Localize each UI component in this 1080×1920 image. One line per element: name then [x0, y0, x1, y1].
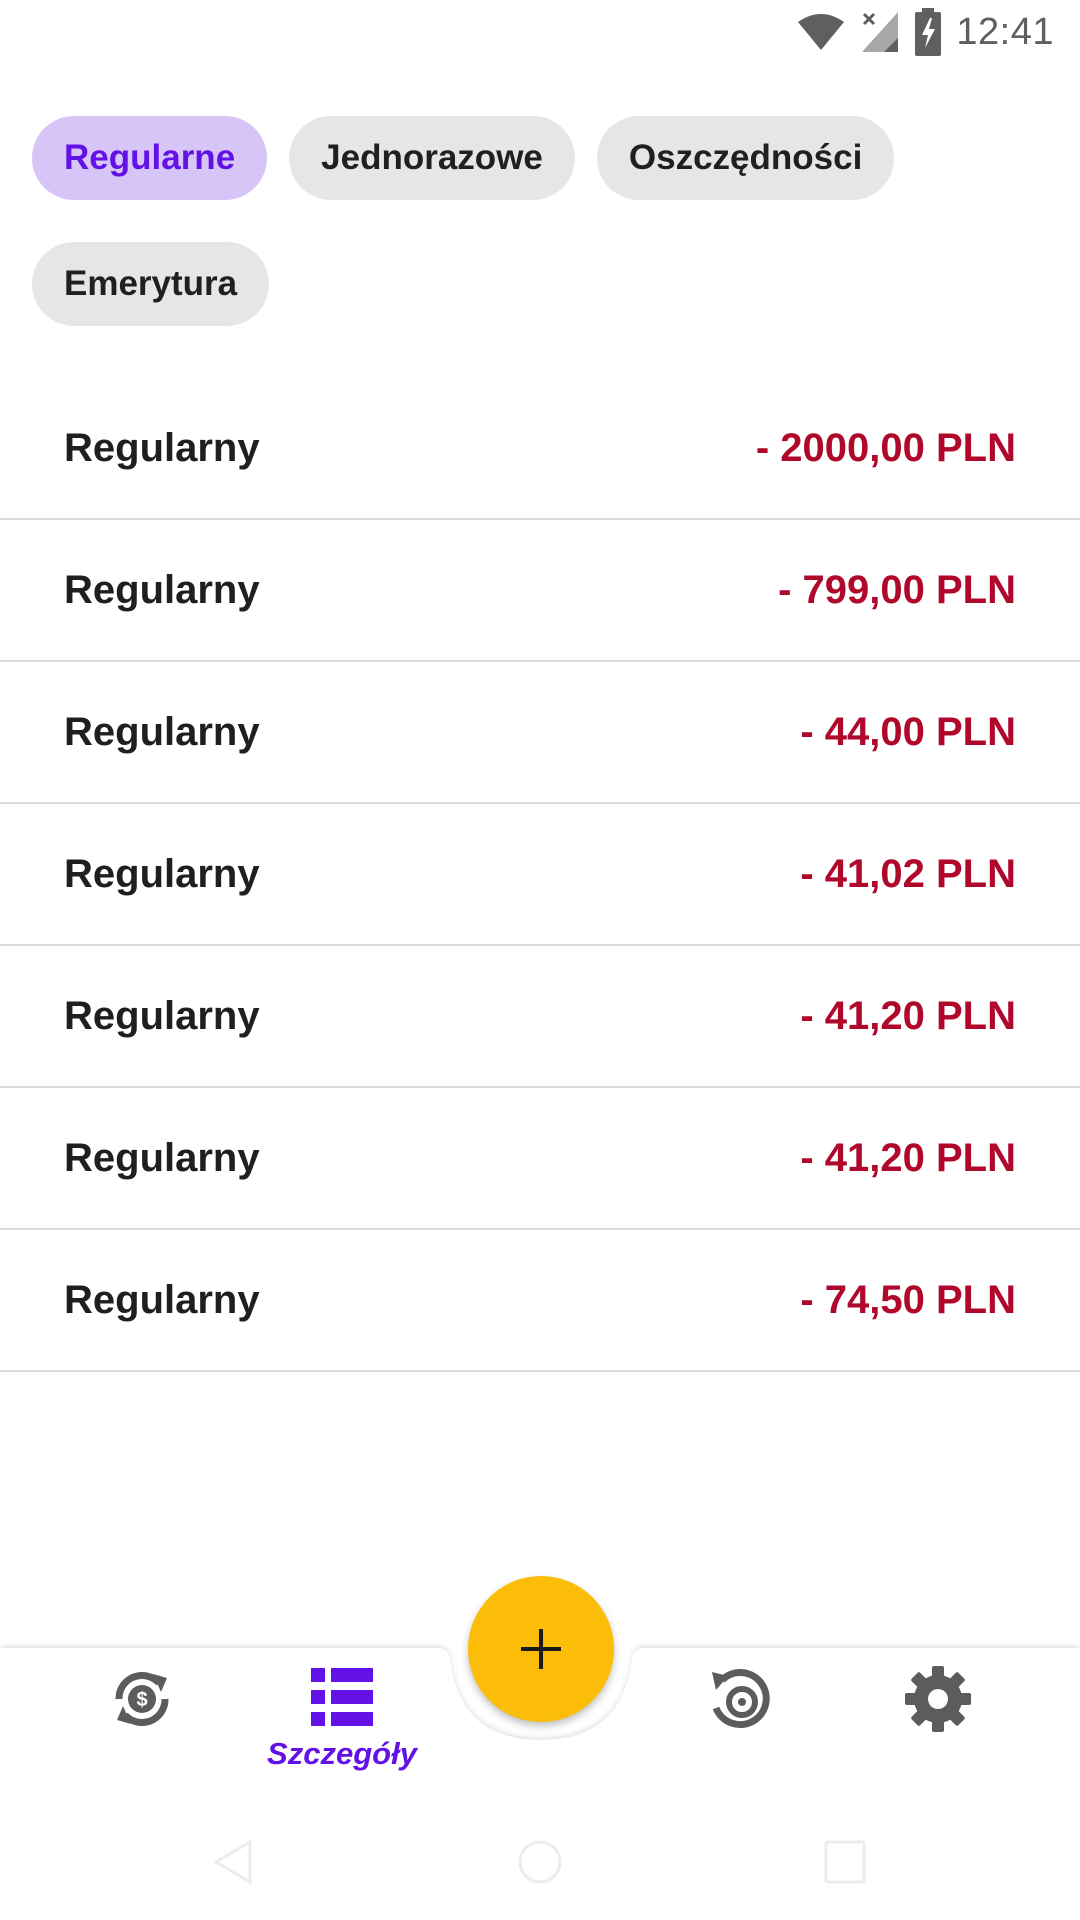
item-amount: - 44,00 PLN — [800, 709, 1016, 754]
list-item[interactable]: Regularny - 41,02 PLN — [0, 804, 1080, 946]
item-amount: - 41,20 PLN — [800, 993, 1016, 1038]
list-item[interactable]: Regularny - 41,20 PLN — [0, 946, 1080, 1088]
signal-no-service-icon — [862, 12, 899, 52]
battery-charging-icon — [915, 8, 942, 56]
list-item[interactable]: Regularny - 41,20 PLN — [0, 1088, 1080, 1230]
status-icons: 12:41 — [796, 8, 1054, 56]
item-amount: - 2000,00 PLN — [755, 425, 1016, 470]
item-label: Regularny — [64, 567, 260, 612]
item-amount: - 74,50 PLN — [800, 1277, 1016, 1322]
list-item[interactable]: Regularny - 44,00 PLN — [0, 662, 1080, 804]
filter-chips: Regularne Jednorazowe Oszczędności Emery… — [32, 116, 1052, 326]
history-icon — [712, 1669, 770, 1728]
list-icon — [311, 1668, 373, 1726]
item-amount: - 799,00 PLN — [778, 567, 1016, 612]
app-screen: 12:41 Regularne Jednorazowe Oszczędności… — [0, 0, 1080, 1920]
chip-emerytura[interactable]: Emerytura — [32, 242, 270, 326]
nav-item-settings[interactable] — [848, 1664, 1028, 1734]
item-label: Regularny — [64, 1135, 260, 1180]
system-nav-icons — [213, 1839, 866, 1885]
transaction-list: Regularny - 2000,00 PLN Regularny - 799,… — [0, 378, 1080, 1372]
item-label: Regularny — [64, 709, 260, 754]
list-item[interactable]: Regularny - 799,00 PLN — [0, 520, 1080, 662]
list-item[interactable]: Regularny - 2000,00 PLN — [0, 378, 1080, 520]
nav-label-details: Szczegóły — [267, 1736, 417, 1771]
item-amount: - 41,20 PLN — [800, 1135, 1016, 1180]
nav-item-details[interactable]: Szczegóły — [252, 1664, 432, 1772]
nav-item-history[interactable] — [650, 1664, 830, 1736]
plus-icon — [521, 1629, 561, 1669]
status-time: 12:41 — [956, 10, 1054, 53]
item-label: Regularny — [64, 425, 260, 470]
item-label: Regularny — [64, 851, 260, 896]
status-bar: 12:41 — [0, 0, 1080, 64]
chip-jednorazowe[interactable]: Jednorazowe — [289, 116, 575, 200]
item-amount: - 41,02 PLN — [800, 851, 1016, 896]
currency-exchange-icon: $ — [115, 1672, 169, 1726]
wifi-icon — [798, 14, 845, 50]
back-icon — [213, 1839, 252, 1885]
system-navigation — [0, 1838, 1080, 1898]
chip-oszczednosci[interactable]: Oszczędności — [596, 116, 895, 200]
item-label: Regularny — [64, 993, 260, 1038]
chip-regularne[interactable]: Regularne — [32, 116, 268, 200]
svg-text:$: $ — [136, 1689, 147, 1711]
add-button[interactable] — [468, 1576, 614, 1722]
nav-item-exchange[interactable]: $ — [52, 1664, 232, 1734]
home-icon — [518, 1840, 562, 1884]
recents-icon — [824, 1840, 866, 1884]
item-label: Regularny — [64, 1277, 260, 1322]
gear-icon — [905, 1666, 971, 1732]
list-item[interactable]: Regularny - 74,50 PLN — [0, 1230, 1080, 1372]
